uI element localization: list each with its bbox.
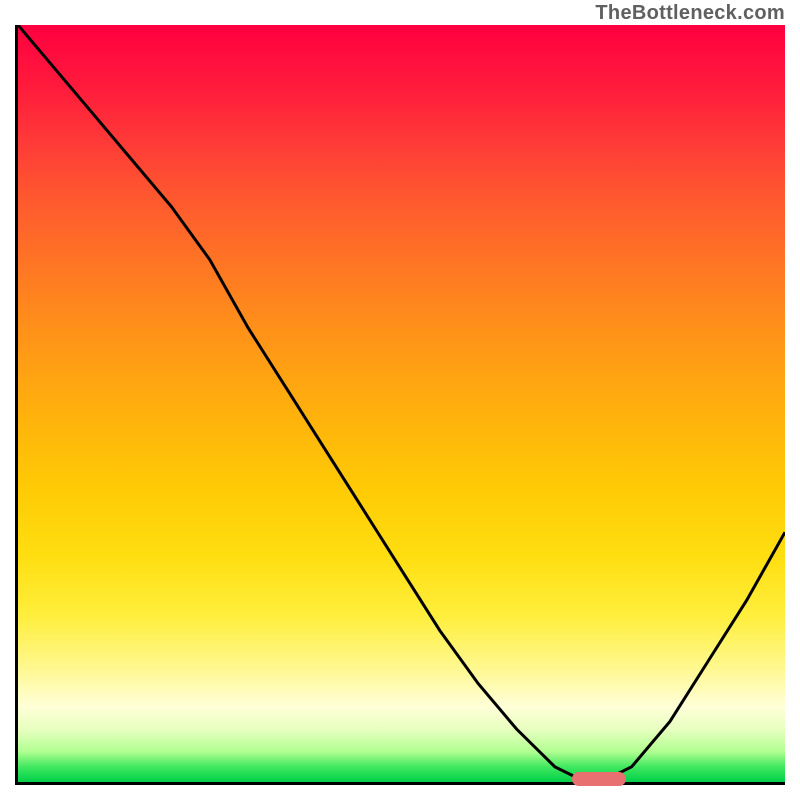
chart-container: TheBottleneck.com	[0, 0, 800, 800]
watermark-text: TheBottleneck.com	[595, 2, 785, 25]
plot-area	[15, 25, 785, 785]
optimal-marker	[572, 772, 626, 786]
bottleneck-curve	[18, 25, 785, 782]
